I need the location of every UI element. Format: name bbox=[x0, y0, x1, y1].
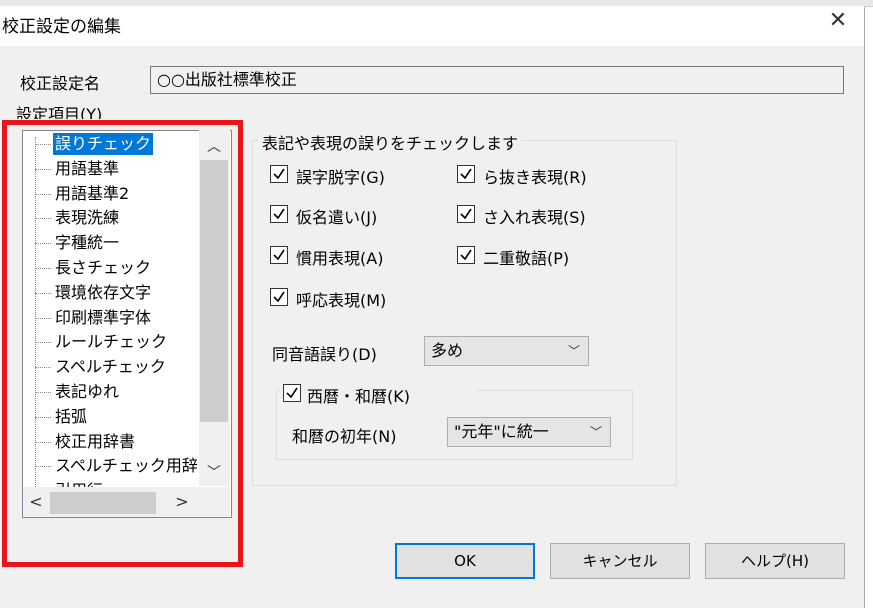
highlight-annotation bbox=[2, 120, 243, 567]
first-year-value: "元年"に統一 bbox=[454, 422, 549, 441]
check-option-checkbox[interactable] bbox=[457, 246, 475, 264]
check-option-label[interactable]: 慣用表現(A) bbox=[296, 245, 383, 269]
calendar-group-header: 西暦・和暦(K) bbox=[280, 380, 476, 406]
chevron-down-icon: ﹀ bbox=[589, 425, 602, 439]
check-option-label[interactable]: 二重敬語(P) bbox=[483, 245, 569, 269]
check-option-checkbox[interactable] bbox=[270, 288, 288, 306]
setting-name-label: 校正設定名 bbox=[20, 74, 101, 93]
chevron-down-icon: ﹀ bbox=[567, 344, 580, 358]
check-option-label[interactable]: 誤字脱字(G) bbox=[296, 164, 385, 188]
calendar-checkbox[interactable] bbox=[283, 384, 301, 402]
check-option-checkbox[interactable] bbox=[457, 205, 475, 223]
homophone-select[interactable]: 多め ﹀ bbox=[424, 336, 589, 366]
help-button[interactable]: ヘルプ(H) bbox=[705, 543, 845, 579]
group-title: 表記や表現の誤りをチェックします bbox=[258, 130, 523, 154]
items-label: 設定項目(Y) bbox=[16, 105, 103, 119]
calendar-checkbox-label: 西暦・和暦(K) bbox=[307, 387, 410, 406]
check-option-label[interactable]: 呼応表現(M) bbox=[296, 287, 386, 311]
check-option-checkbox[interactable] bbox=[270, 205, 288, 223]
homophone-label: 同音語誤り(D) bbox=[272, 345, 377, 364]
first-year-label: 和暦の初年(N) bbox=[292, 427, 397, 446]
cancel-button[interactable]: キャンセル bbox=[550, 543, 690, 579]
homophone-value: 多め bbox=[431, 341, 464, 360]
check-option-checkbox[interactable] bbox=[457, 165, 475, 183]
check-option-checkbox[interactable] bbox=[270, 165, 288, 183]
check-option-checkbox[interactable] bbox=[270, 246, 288, 264]
check-option-label[interactable]: 仮名遣い(J) bbox=[296, 204, 377, 228]
ok-button[interactable]: OK bbox=[395, 543, 535, 579]
close-icon[interactable]: ✕ bbox=[826, 8, 850, 34]
setting-name-field[interactable]: ○○出版社標準校正 bbox=[150, 66, 844, 94]
check-option-label[interactable]: さ入れ表現(S) bbox=[483, 204, 586, 228]
check-option-label[interactable]: ら抜き表現(R) bbox=[483, 164, 587, 188]
title-bar bbox=[0, 6, 864, 46]
dialog-title: 校正設定の編集 bbox=[2, 17, 121, 37]
first-year-select[interactable]: "元年"に統一 ﹀ bbox=[447, 417, 611, 447]
